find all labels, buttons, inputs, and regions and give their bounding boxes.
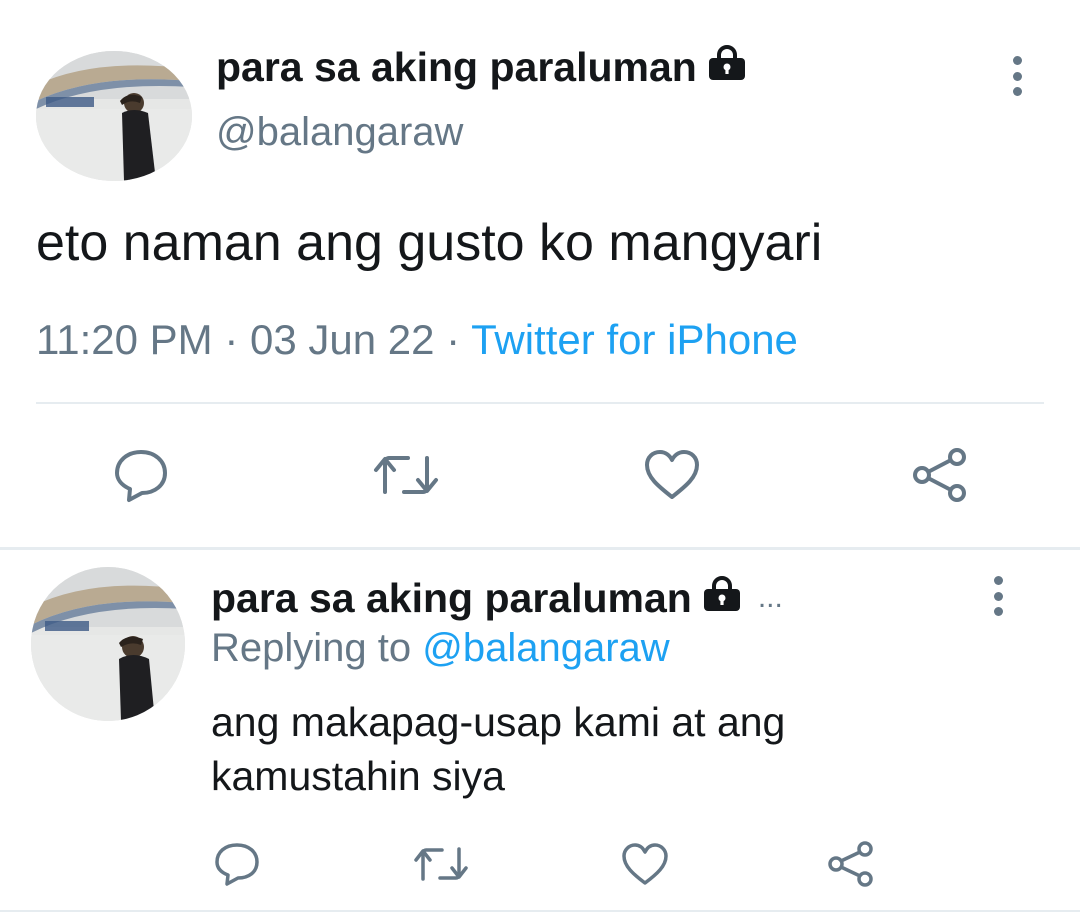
share-icon[interactable] — [910, 446, 970, 504]
section-divider — [0, 547, 1080, 550]
dot — [993, 591, 1003, 601]
user-handle[interactable]: @balangaraw — [216, 110, 463, 155]
truncation-ellipsis: ... — [757, 581, 783, 614]
tweet-date: 03 Jun 22 — [250, 316, 435, 363]
tweet-meta: 11:20 PM · 03 Jun 22 · Twitter for iPhon… — [36, 316, 798, 364]
reply-text: ang makapag-usap kami at ang kamustahin … — [211, 699, 786, 799]
divider — [36, 402, 1044, 404]
dot — [993, 576, 1003, 585]
replying-to-handle-link[interactable]: @balangaraw — [422, 626, 669, 670]
like-icon[interactable] — [642, 448, 702, 502]
more-options-icon[interactable] — [992, 576, 1004, 616]
replying-to-label: Replying to — [211, 626, 412, 670]
dot — [1012, 56, 1022, 65]
reply-icon[interactable] — [213, 841, 261, 887]
display-name[interactable]: para sa aking paraluman — [216, 42, 747, 92]
tweet-time: 11:20 PM — [36, 316, 213, 363]
lock-icon — [702, 575, 742, 622]
retweet-icon[interactable] — [372, 450, 440, 500]
meta-separator: · — [446, 316, 461, 363]
tweet-source-link[interactable]: Twitter for iPhone — [471, 316, 798, 363]
more-options-icon[interactable] — [1011, 56, 1023, 96]
tweet-text: eto naman ang gusto ko mangyari — [36, 214, 823, 272]
share-icon[interactable] — [826, 840, 876, 888]
bottom-divider — [0, 910, 1080, 912]
reply-display-name-text: para sa aking paraluman — [211, 574, 692, 621]
dot — [1012, 71, 1022, 81]
avatar[interactable] — [36, 51, 192, 181]
dot — [993, 607, 1003, 616]
replying-to: Replying to @balangaraw — [211, 626, 670, 671]
lock-icon — [707, 44, 747, 91]
reply-avatar[interactable] — [31, 567, 185, 721]
display-name-text: para sa aking paraluman — [216, 43, 697, 90]
dot — [1012, 87, 1022, 96]
retweet-icon[interactable] — [412, 843, 470, 885]
reply-icon[interactable] — [112, 447, 170, 503]
like-icon[interactable] — [620, 842, 670, 887]
meta-separator: · — [224, 316, 239, 363]
reply-display-name[interactable]: para sa aking paraluman ... — [211, 573, 783, 623]
